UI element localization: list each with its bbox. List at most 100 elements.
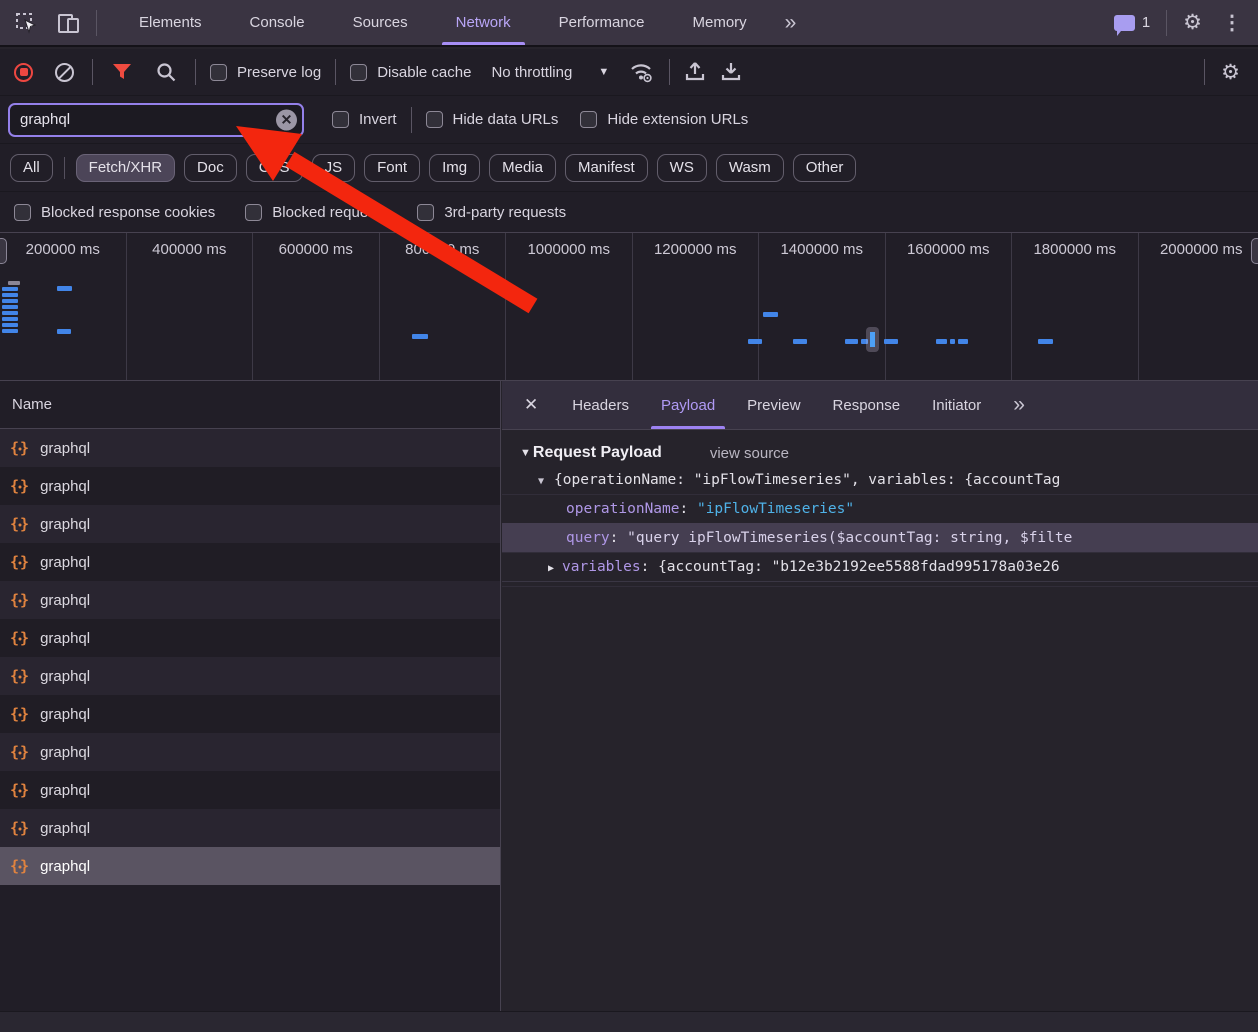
close-detail-icon[interactable]: ✕ [508, 381, 554, 429]
detail-tab-response[interactable]: Response [817, 381, 917, 429]
table-row[interactable]: {}graphql [0, 581, 500, 619]
inspect-element-icon[interactable] [14, 11, 38, 35]
request-type-chips: All Fetch/XHR Doc CSS JS Font Img Media Manifest… [0, 144, 1258, 192]
more-tabs-icon[interactable]: » [771, 11, 809, 35]
request-timeline-bar [845, 339, 858, 344]
settings-gear-icon[interactable]: ⚙ [1183, 12, 1202, 33]
table-row[interactable]: {}graphql [0, 847, 500, 885]
detail-tab-preview[interactable]: Preview [731, 381, 816, 429]
table-row[interactable]: {}graphql [0, 657, 500, 695]
timeline-scroll-grip[interactable] [1251, 238, 1258, 264]
hide-extension-urls-label: Hide extension URLs [607, 111, 748, 128]
issues-counter[interactable]: 1 [1114, 14, 1150, 31]
table-row[interactable]: {}graphql [0, 733, 500, 771]
divider [96, 10, 97, 36]
chip-wasm[interactable]: Wasm [716, 154, 784, 182]
view-source-link[interactable]: view source [710, 445, 789, 462]
disable-cache-checkbox[interactable]: Disable cache [350, 64, 471, 81]
expanded-triangle-icon[interactable]: ▼ [538, 476, 544, 487]
payload-query-row[interactable]: query: "query ipFlowTimeseries($accountT… [502, 523, 1258, 552]
checkbox[interactable] [426, 111, 443, 128]
kebab-menu-icon[interactable]: ⋮ [1218, 10, 1246, 35]
collapsed-triangle-icon[interactable]: ▶ [548, 563, 554, 574]
chip-fetch-xhr[interactable]: Fetch/XHR [76, 154, 175, 182]
table-row[interactable]: {}graphql [0, 543, 500, 581]
issues-bubble-icon [1114, 15, 1135, 31]
blocked-requests-checkbox[interactable]: Blocked requests [245, 204, 387, 221]
checkbox[interactable] [350, 64, 367, 81]
checkbox[interactable] [14, 204, 31, 221]
chip-doc[interactable]: Doc [184, 154, 237, 182]
tab-sources[interactable]: Sources [329, 0, 432, 45]
payload-end-divider [502, 582, 1258, 587]
search-icon[interactable] [156, 62, 176, 82]
chip-other[interactable]: Other [793, 154, 857, 182]
filter-icon[interactable] [112, 63, 132, 81]
filter-input-box: ✕ [8, 103, 304, 137]
table-row[interactable]: {}graphql [0, 467, 500, 505]
request-timeline-bar [748, 339, 762, 344]
tab-console[interactable]: Console [226, 0, 329, 45]
chip-font[interactable]: Font [364, 154, 420, 182]
request-name: graphql [40, 668, 90, 685]
checkbox[interactable] [245, 204, 262, 221]
payload-root-line[interactable]: ▼{operationName: "ipFlowTimeseries", var… [502, 466, 1258, 494]
table-row[interactable]: {}graphql [0, 429, 500, 467]
3rd-party-requests-checkbox[interactable]: 3rd-party requests [417, 204, 566, 221]
devtools-window: ElementsConsoleSourcesNetworkPerformance… [0, 0, 1258, 1032]
hide-data-urls-checkbox[interactable]: Hide data URLs [426, 111, 559, 128]
invert-checkbox[interactable]: Invert [332, 111, 397, 128]
payload-view: ▼ Request Payload view source ▼{operatio… [502, 430, 1258, 587]
chip-ws[interactable]: WS [657, 154, 707, 182]
checkbox[interactable] [210, 64, 227, 81]
checkbox[interactable] [580, 111, 597, 128]
network-conditions-icon[interactable] [629, 61, 655, 83]
tab-memory[interactable]: Memory [669, 0, 771, 45]
chip-media[interactable]: Media [489, 154, 556, 182]
collapse-triangle-icon[interactable]: ▼ [520, 447, 531, 459]
tab-performance[interactable]: Performance [535, 0, 669, 45]
chip-all[interactable]: All [10, 154, 53, 182]
preserve-log-checkbox[interactable]: Preserve log [210, 64, 321, 81]
network-overview-timeline[interactable]: 200000 ms400000 ms600000 ms800000 ms1000… [0, 233, 1258, 381]
chip-manifest[interactable]: Manifest [565, 154, 648, 182]
name-column-header[interactable]: Name [0, 381, 500, 429]
chip-img[interactable]: Img [429, 154, 480, 182]
clear-network-log-icon[interactable] [55, 63, 74, 82]
throttling-select[interactable]: No throttling ▼ [485, 64, 615, 81]
table-row[interactable]: {}graphql [0, 505, 500, 543]
detail-tab-headers[interactable]: Headers [556, 381, 645, 429]
detail-tab-payload[interactable]: Payload [645, 381, 731, 429]
hide-extension-urls-checkbox[interactable]: Hide extension URLs [580, 111, 748, 128]
tab-elements[interactable]: Elements [115, 0, 226, 45]
detail-tab-initiator[interactable]: Initiator [916, 381, 997, 429]
table-row[interactable]: {}graphql [0, 771, 500, 809]
timeline-scroll-grip[interactable] [0, 238, 7, 264]
payload-operation-row[interactable]: operationName: "ipFlowTimeseries" [502, 494, 1258, 523]
network-settings-gear-icon[interactable]: ⚙ [1221, 62, 1240, 83]
request-timeline-bar [1038, 339, 1053, 344]
chevron-down-icon: ▼ [598, 66, 609, 78]
chip-css[interactable]: CSS [246, 154, 303, 182]
payload-variables-row[interactable]: ▶variables: {accountTag: "b12e3b2192ee55… [502, 552, 1258, 582]
import-har-icon[interactable] [684, 61, 706, 83]
clear-filter-icon[interactable]: ✕ [276, 109, 297, 130]
table-row[interactable]: {}graphql [0, 619, 500, 657]
filter-input[interactable] [10, 111, 302, 128]
more-detail-tabs-icon[interactable]: » [999, 381, 1037, 429]
checkbox[interactable] [417, 204, 434, 221]
table-row[interactable]: {}graphql [0, 809, 500, 847]
tab-network[interactable]: Network [432, 0, 535, 45]
chip-js[interactable]: JS [312, 154, 356, 182]
timeline-column: 1600000 ms [886, 233, 1013, 380]
record-network-log-button[interactable] [14, 63, 33, 82]
device-toolbar-icon[interactable] [56, 11, 82, 35]
checkbox[interactable] [332, 111, 349, 128]
timeline-tick-label: 1000000 ms [506, 241, 632, 258]
issues-count: 1 [1142, 14, 1150, 31]
fetch-xhr-icon: {} [10, 439, 30, 457]
blocked-response-cookies-checkbox[interactable]: Blocked response cookies [14, 204, 215, 221]
table-row[interactable]: {}graphql [0, 695, 500, 733]
request-timeline-bar [8, 281, 20, 285]
export-har-icon[interactable] [720, 61, 742, 83]
